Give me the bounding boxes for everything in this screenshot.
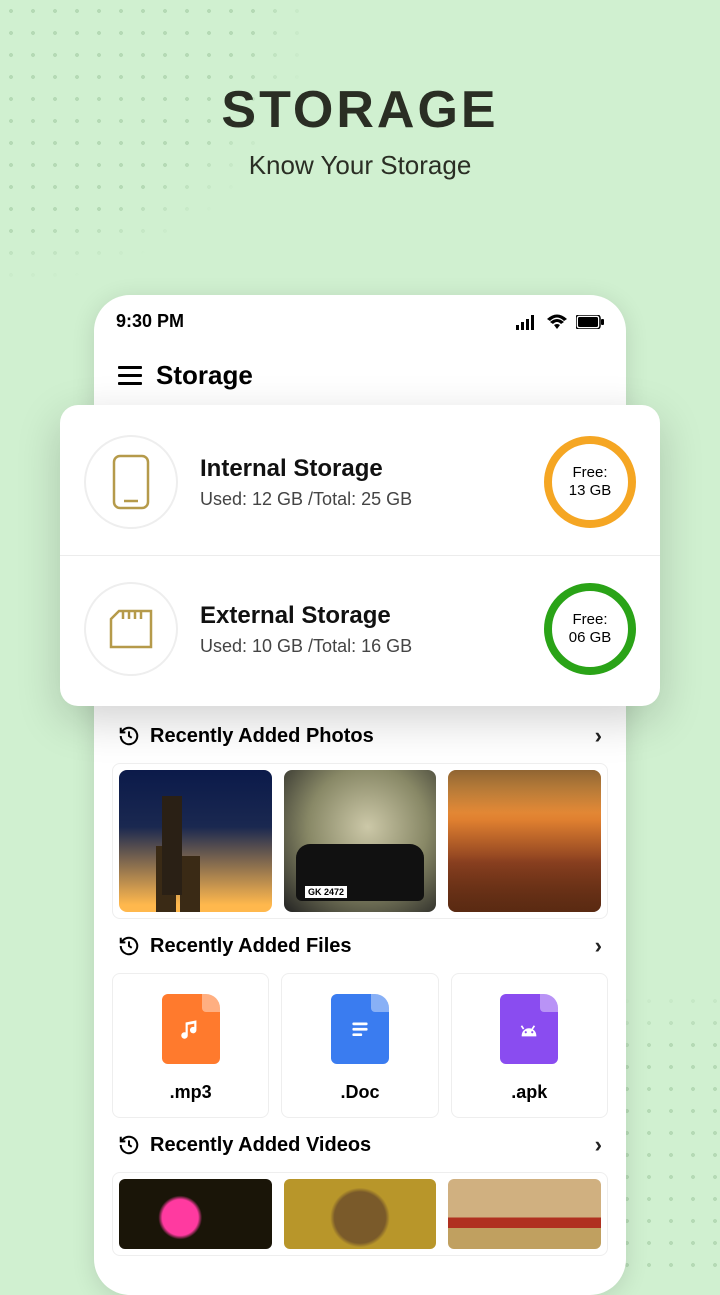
file-ext-label: .mp3: [123, 1082, 258, 1103]
page-title: Storage: [156, 360, 253, 391]
internal-storage-name: Internal Storage: [200, 455, 522, 483]
external-storage-name: External Storage: [200, 602, 522, 630]
files-section-label: Recently Added Files: [150, 935, 585, 958]
external-storage-row[interactable]: External Storage Used: 10 GB /Total: 16 …: [60, 555, 660, 702]
internal-free-ring: Free: 13 GB: [544, 436, 636, 528]
history-icon: [118, 1134, 140, 1156]
menu-icon[interactable]: [118, 366, 142, 386]
file-ext-label: .apk: [462, 1082, 597, 1103]
apk-file-icon: [500, 994, 558, 1064]
video-thumbnail[interactable]: [284, 1179, 437, 1249]
status-bar: 9:30 PM: [94, 295, 626, 340]
video-thumbnail[interactable]: [448, 1179, 601, 1249]
chevron-right-icon: ›: [595, 723, 602, 749]
phone-icon: [84, 435, 178, 529]
file-card-mp3[interactable]: .mp3: [112, 973, 269, 1118]
battery-icon: [576, 315, 604, 329]
photo-thumbnail[interactable]: [448, 770, 601, 912]
signal-icon: [516, 314, 538, 330]
videos-section-header[interactable]: Recently Added Videos ›: [112, 1118, 608, 1172]
external-storage-usage: Used: 10 GB /Total: 16 GB: [200, 636, 522, 657]
photo-thumbnail[interactable]: [119, 770, 272, 912]
file-card-apk[interactable]: .apk: [451, 973, 608, 1118]
free-label: Free:: [572, 464, 607, 482]
photos-section-header[interactable]: Recently Added Photos ›: [112, 709, 608, 763]
history-icon: [118, 725, 140, 747]
photos-row: [112, 763, 608, 919]
chevron-right-icon: ›: [595, 1132, 602, 1158]
sdcard-icon: [84, 582, 178, 676]
wifi-icon: [546, 314, 568, 330]
free-label: Free:: [572, 611, 607, 629]
file-ext-label: .Doc: [292, 1082, 427, 1103]
status-time: 9:30 PM: [116, 311, 184, 332]
internal-storage-row[interactable]: Internal Storage Used: 12 GB /Total: 25 …: [60, 409, 660, 555]
storage-summary-card: Internal Storage Used: 12 GB /Total: 25 …: [60, 405, 660, 706]
chevron-right-icon: ›: [595, 933, 602, 959]
videos-section-label: Recently Added Videos: [150, 1134, 585, 1157]
files-section-header[interactable]: Recently Added Files ›: [112, 919, 608, 973]
videos-row: [112, 1172, 608, 1256]
external-free-ring: Free: 06 GB: [544, 583, 636, 675]
document-file-icon: [331, 994, 389, 1064]
free-value: 13 GB: [569, 482, 612, 500]
internal-storage-usage: Used: 12 GB /Total: 25 GB: [200, 489, 522, 510]
hero-title: STORAGE: [0, 80, 720, 140]
file-card-doc[interactable]: .Doc: [281, 973, 438, 1118]
music-file-icon: [162, 994, 220, 1064]
video-thumbnail[interactable]: [119, 1179, 272, 1249]
photo-thumbnail[interactable]: [284, 770, 437, 912]
history-icon: [118, 935, 140, 957]
photos-section-label: Recently Added Photos: [150, 725, 585, 748]
free-value: 06 GB: [569, 629, 612, 647]
hero-subtitle: Know Your Storage: [0, 150, 720, 181]
